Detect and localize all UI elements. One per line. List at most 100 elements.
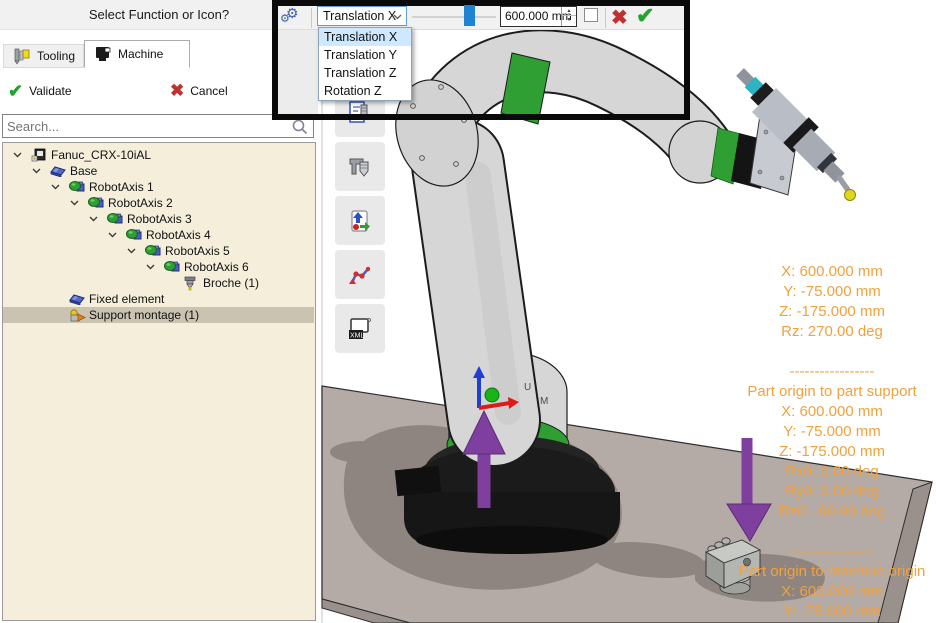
robot-axis-icon (107, 212, 123, 225)
transform-type-dropdown[interactable]: Translation X (317, 6, 407, 26)
validate-button[interactable]: ✔ Validate (8, 78, 72, 104)
tree-item-label: RobotAxis 3 (127, 211, 192, 227)
tree-row-robotaxis-1[interactable]: RobotAxis 1 (3, 179, 314, 195)
dropdown-option-translation-x[interactable]: Translation X (319, 28, 411, 46)
tree-row-broche[interactable]: Broche (1) (3, 275, 314, 291)
spinner-down-icon[interactable]: ▼ (562, 16, 576, 25)
search-icon[interactable] (292, 119, 308, 135)
transform-toolbar-overlay: ⚙ ⚙ Translation X Translation X Translat… (272, 0, 690, 120)
tree-item-label: RobotAxis 5 (165, 243, 230, 259)
robot-axis-icon (88, 196, 104, 209)
toolbar-left-panel (278, 30, 318, 114)
dropdown-option-translation-z[interactable]: Translation Z (319, 64, 411, 82)
xml-export-icon: XML (347, 316, 373, 342)
support-montage-icon (69, 308, 86, 322)
robot-axis-icon (145, 244, 161, 257)
chevron-down-icon[interactable] (89, 216, 98, 222)
tree-item-label: RobotAxis 6 (184, 259, 249, 275)
cancel-button[interactable]: ✖ Cancel (170, 78, 228, 104)
svg-text:M: M (540, 396, 548, 407)
readout-line: ----------------- (692, 542, 936, 562)
tree-row-robotaxis-5[interactable]: RobotAxis 5 (3, 243, 314, 259)
value-slider-track[interactable] (412, 16, 496, 18)
readout-line: Ry0: 0.00 deg (692, 482, 936, 502)
xml-export-button[interactable]: XML (335, 304, 385, 353)
tree-row-base[interactable]: Base (3, 163, 314, 179)
readout-line: Y: -75.000 mm (692, 282, 936, 302)
tree-item-label: RobotAxis 1 (89, 179, 154, 195)
chevron-down-icon[interactable] (108, 232, 117, 238)
robot-axis-icon (69, 180, 85, 193)
base-block-icon (50, 164, 66, 177)
chevron-down-icon[interactable] (13, 152, 22, 158)
part-export-icon (347, 208, 373, 234)
transform-dropdown-list: Translation X Translation Y Translation … (318, 27, 412, 101)
tooling-icon (12, 47, 32, 65)
tree-item-label: Base (70, 163, 97, 179)
kinematics-gears-icon: ⚙ ⚙ (280, 6, 306, 28)
robot-kinematics-button[interactable] (335, 250, 385, 299)
readout-line (692, 522, 936, 542)
tree-row-robotaxis-3[interactable]: RobotAxis 3 (3, 211, 314, 227)
spinner-up-icon[interactable]: ▲ (562, 7, 576, 16)
readout-line: X: 600.000 mm (692, 262, 936, 282)
readout-line: Part origin to machine origin (692, 562, 936, 582)
confirm-transform-button[interactable]: ✔ (636, 3, 654, 29)
validate-label: Validate (29, 84, 71, 98)
distance-value-input[interactable]: 600.000 mm ▲ ▼ (500, 6, 577, 27)
panel-title: Select Function or Icon? (0, 0, 318, 30)
readout-line (692, 342, 936, 362)
chevron-down-icon[interactable] (127, 248, 136, 254)
machine-icon (93, 45, 113, 63)
tree-row-support-montage[interactable]: Support montage (1) (3, 307, 314, 323)
y-axis-marker (485, 388, 499, 402)
readout-line: Y: -75.000 mm (692, 602, 936, 622)
tree-item-label: Fanuc_CRX-10iAL (51, 147, 151, 163)
readout-line: Z: -175.000 mm (692, 442, 936, 462)
chevron-down-icon[interactable] (51, 184, 60, 190)
chevron-down-icon[interactable] (32, 168, 41, 174)
dropdown-option-translation-y[interactable]: Translation Y (319, 46, 411, 64)
search-input[interactable] (7, 116, 287, 136)
dropdown-value: Translation X (323, 9, 396, 23)
readout-line: Z: -175.000 mm (692, 302, 936, 322)
readout-line: Rx0: 0.00 deg (692, 462, 936, 482)
tree-row-robotaxis-2[interactable]: RobotAxis 2 (3, 195, 314, 211)
tree-row-robotaxis-4[interactable]: RobotAxis 4 (3, 227, 314, 243)
cancel-label: Cancel (190, 84, 227, 98)
tab-tooling-label: Tooling (37, 49, 75, 63)
base-connector-box (395, 466, 441, 496)
tab-machine[interactable]: Machine (84, 40, 190, 68)
toolbar-separator (311, 8, 312, 28)
option-checkbox[interactable] (584, 8, 598, 22)
probe-tip (845, 190, 856, 201)
tree-item-label: RobotAxis 4 (146, 227, 211, 243)
svg-text:XML: XML (350, 332, 365, 339)
tab-tooling[interactable]: Tooling (3, 44, 84, 68)
toolbar-separator (605, 8, 606, 28)
readout-line: Rz: 270.00 deg (692, 322, 936, 342)
dropdown-option-rotation-z[interactable]: Rotation Z (319, 82, 411, 100)
svg-text:U: U (524, 382, 531, 393)
tree-row-robotaxis-6[interactable]: RobotAxis 6 (3, 259, 314, 275)
tab-machine-label: Machine (118, 47, 163, 61)
readout-line: Rz0: -90.00 deg (692, 502, 936, 522)
value-spinner[interactable]: ▲ ▼ (561, 7, 576, 26)
chevron-down-icon[interactable] (146, 264, 155, 270)
tree-item-label: Broche (1) (203, 275, 259, 291)
robot-axis-icon (126, 228, 142, 241)
measure-tool-button[interactable] (335, 142, 385, 191)
chevron-down-icon[interactable] (70, 200, 79, 206)
tree-row-fanuc[interactable]: Fanuc_CRX-10iAL (3, 147, 314, 163)
part-export-button[interactable] (335, 196, 385, 245)
tree-row-fixed-element[interactable]: Fixed element (3, 291, 314, 307)
search-box (2, 114, 314, 138)
readout-line: X: 600.000 mm (692, 402, 936, 422)
value-slider-handle[interactable] (464, 5, 475, 26)
readout-line: Part origin to part support (692, 382, 936, 402)
robot-axis-icon (164, 260, 180, 273)
chevron-down-icon (393, 14, 402, 20)
cancel-transform-button[interactable]: ✖ (611, 5, 628, 30)
cancel-cross-icon: ✖ (170, 81, 184, 101)
measure-tool-icon (347, 154, 373, 180)
